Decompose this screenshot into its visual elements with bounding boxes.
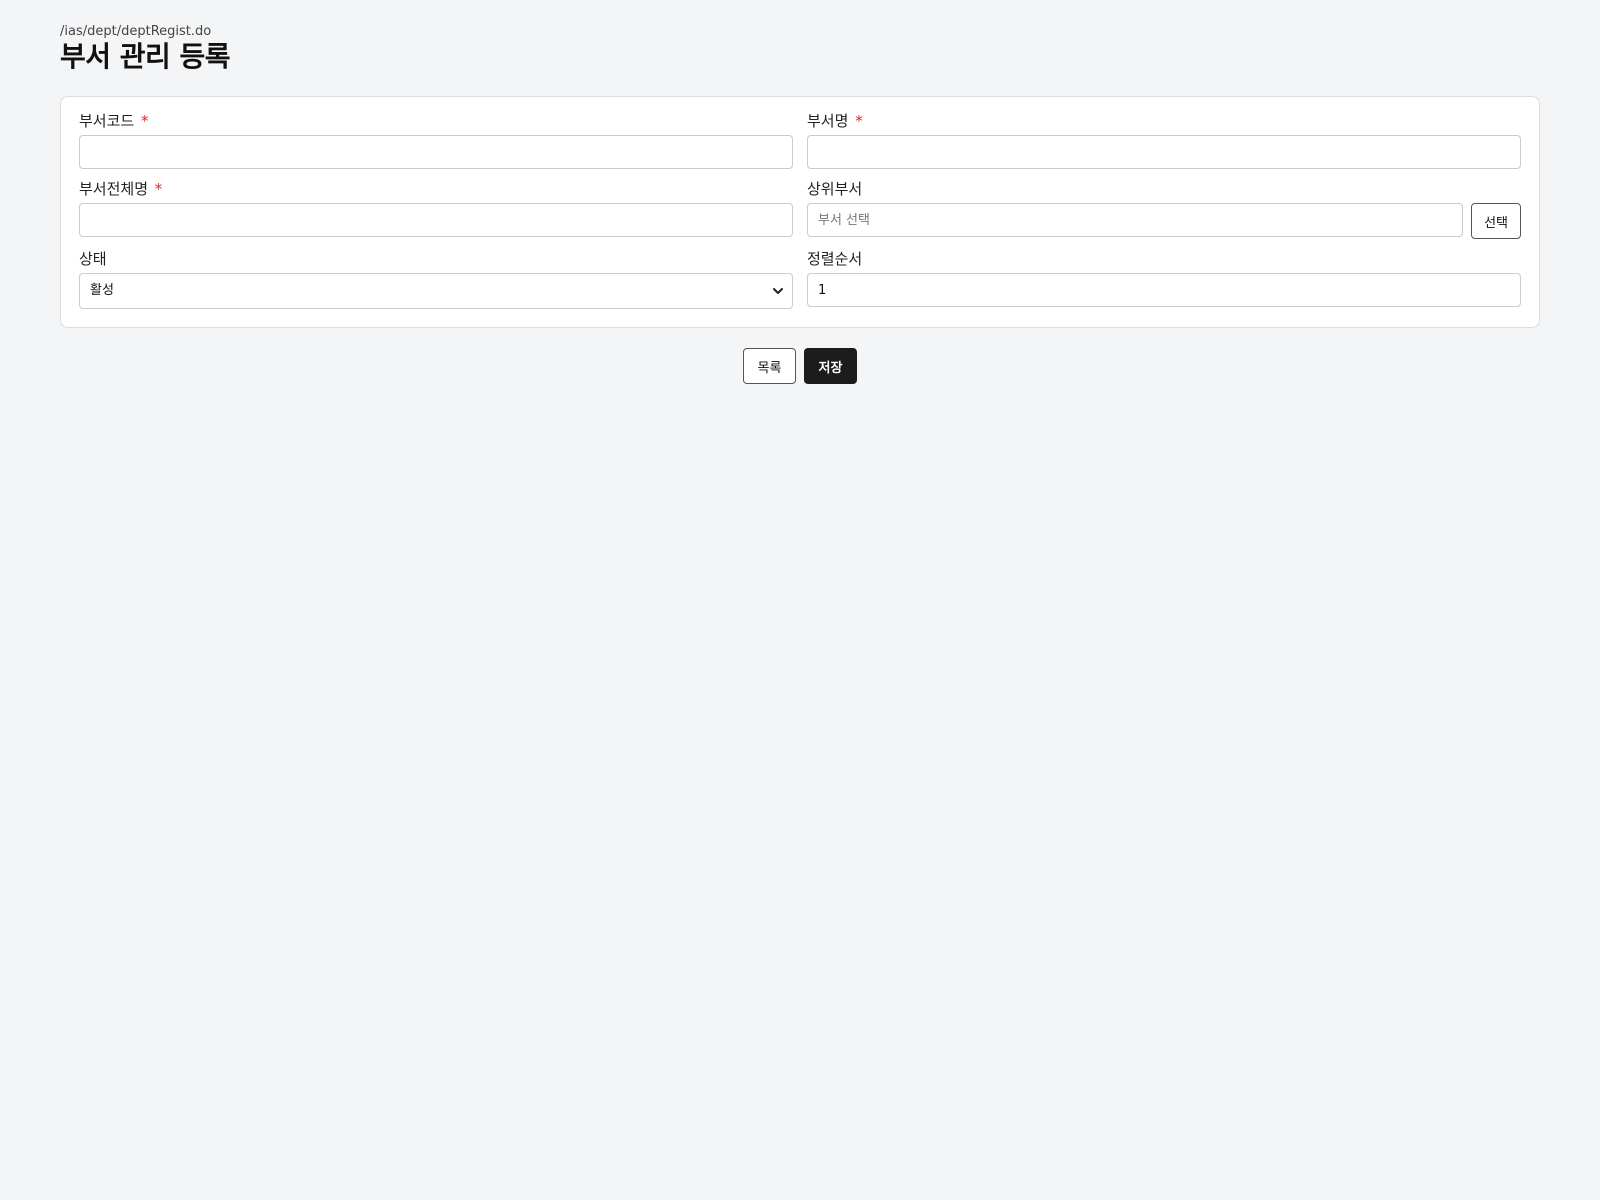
list-button[interactable]: 목록	[743, 348, 796, 384]
page-title: 부서 관리 등록	[60, 40, 231, 73]
dept-full-name-input[interactable]	[79, 203, 793, 237]
form-row: 부서전체명 * 상위부서 선택	[79, 179, 1521, 239]
sort-order-input[interactable]	[807, 273, 1521, 307]
dept-name-field: 부서명 *	[807, 111, 1521, 169]
dept-code-field: 부서코드 *	[79, 111, 793, 169]
status-select-wrap: 활성	[79, 273, 793, 309]
dept-code-input[interactable]	[79, 135, 793, 169]
dept-full-name-label: 부서전체명 *	[79, 179, 793, 199]
form-actions: 목록 저장	[60, 348, 1540, 384]
parent-dept-field: 상위부서 선택	[807, 179, 1521, 239]
dept-name-label: 부서명 *	[807, 111, 1521, 131]
required-mark: *	[855, 112, 863, 130]
form-row: 상태 활성 정렬순서	[79, 249, 1521, 309]
dept-name-input[interactable]	[807, 135, 1521, 169]
page: /ias/dept/deptRegist.do 부서 관리 등록 부서코드 * …	[60, 24, 1540, 384]
dept-code-label-text: 부서코드	[79, 112, 135, 130]
status-label: 상태	[79, 250, 107, 268]
save-button[interactable]: 저장	[804, 348, 857, 384]
dept-code-label: 부서코드 *	[79, 111, 793, 131]
form-row: 부서코드 * 부서명 *	[79, 111, 1521, 169]
parent-dept-group: 선택	[807, 203, 1521, 239]
dept-full-name-label-text: 부서전체명	[79, 180, 149, 198]
status-select[interactable]: 활성	[79, 273, 793, 309]
parent-dept-label: 상위부서	[807, 180, 863, 198]
sort-order-label: 정렬순서	[807, 250, 863, 268]
parent-dept-input[interactable]	[807, 203, 1464, 237]
status-field: 상태 활성	[79, 249, 793, 309]
select-parent-dept-button[interactable]: 선택	[1471, 203, 1521, 239]
sort-order-field: 정렬순서	[807, 249, 1521, 309]
dept-name-label-text: 부서명	[807, 112, 849, 130]
dept-full-name-field: 부서전체명 *	[79, 179, 793, 239]
required-mark: *	[154, 180, 163, 198]
form-card: 부서코드 * 부서명 * 부서전체명 * 상위부서 부서 선택 선택 상태 활성…	[60, 96, 1540, 328]
url-path: /ias/dept/deptRegist.do	[60, 24, 212, 39]
required-mark: *	[140, 112, 149, 130]
